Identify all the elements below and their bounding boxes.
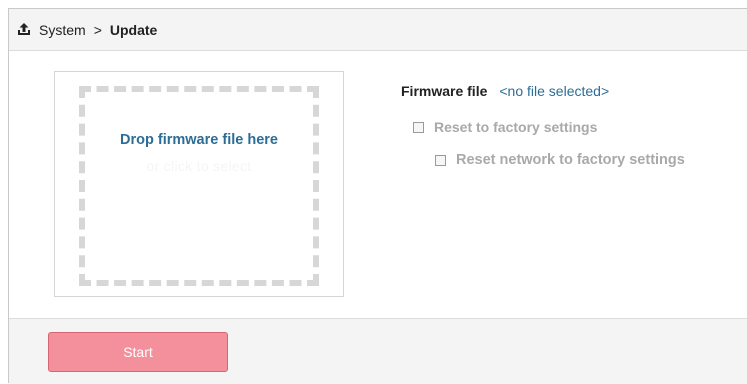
firmware-dropzone[interactable]: Drop firmware file here or click to sele… (79, 86, 319, 286)
firmware-file-label: Firmware file (401, 83, 488, 99)
start-button[interactable]: Start (48, 332, 228, 372)
upload-icon (17, 22, 33, 38)
dropzone-subtitle: or click to select (146, 158, 252, 174)
firmware-file-row: Firmware file <no file selected> (401, 83, 609, 99)
reset-network-option: Reset network to factory settings (435, 152, 685, 168)
update-panel: System > Update Drop firmware file here … (8, 8, 747, 384)
dropzone-container: Drop firmware file here or click to sele… (54, 71, 344, 297)
reset-factory-label: Reset to factory settings (434, 119, 598, 135)
dropzone-title: Drop firmware file here (120, 132, 278, 148)
reset-network-label: Reset network to factory settings (456, 152, 685, 168)
breadcrumb: System > Update (9, 9, 747, 51)
reset-factory-option: Reset to factory settings (413, 119, 597, 135)
firmware-file-value: <no file selected> (499, 83, 610, 99)
footer-bar: Start (9, 318, 747, 384)
breadcrumb-separator: > (93, 21, 102, 38)
breadcrumb-parent[interactable]: System (39, 22, 86, 38)
reset-network-checkbox[interactable] (435, 154, 446, 166)
breadcrumb-current: Update (109, 21, 158, 38)
reset-factory-checkbox[interactable] (413, 121, 424, 133)
